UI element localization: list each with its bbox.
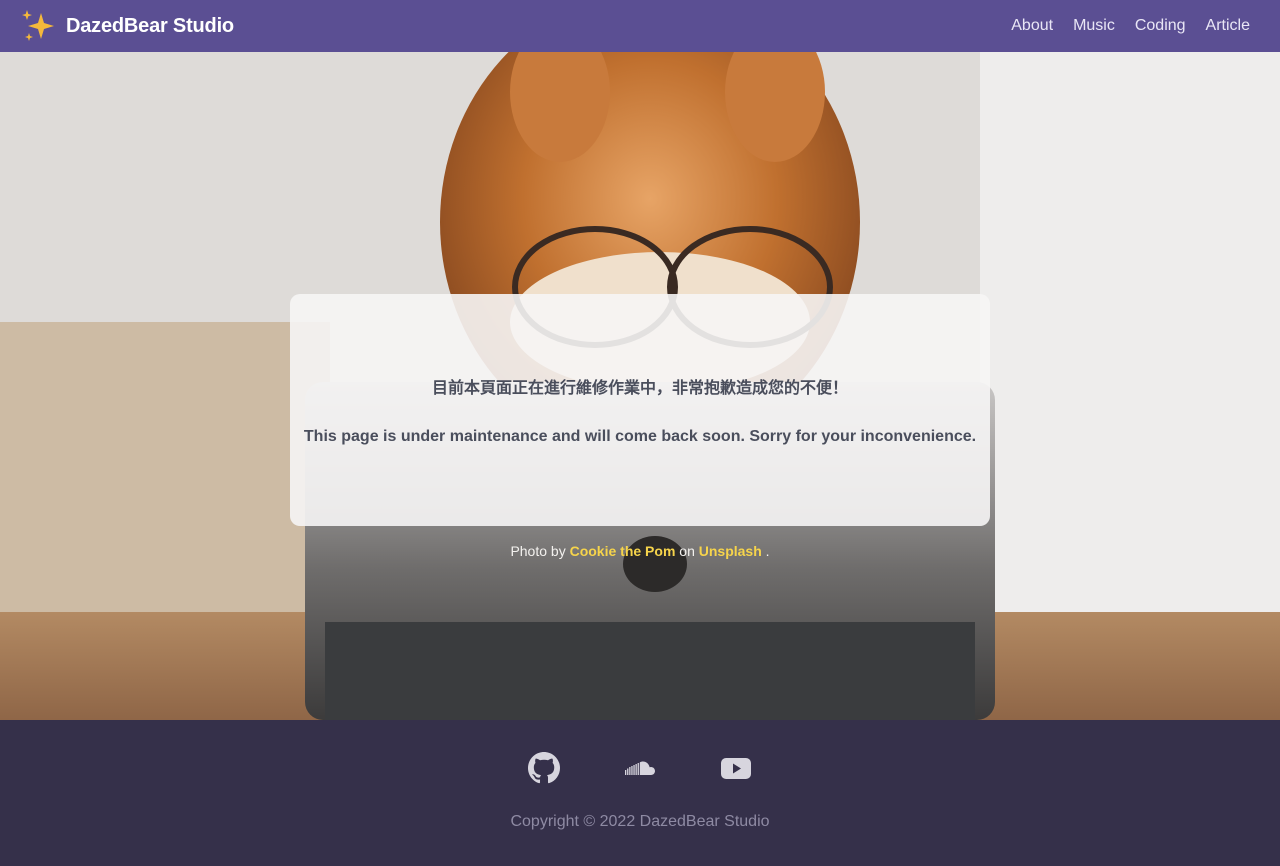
nav-item-about[interactable]: About (1011, 17, 1053, 35)
brand-name: DazedBear Studio (66, 14, 234, 37)
youtube-icon (721, 758, 751, 779)
credit-suffix: . (765, 543, 770, 559)
social-links (0, 752, 1280, 784)
nav-item-music[interactable]: Music (1073, 17, 1115, 35)
site-footer: Copyright © 2022 DazedBear Studio (0, 720, 1280, 866)
nav-item-coding[interactable]: Coding (1135, 17, 1186, 35)
main-nav: About Music Coding Article (1011, 17, 1250, 35)
brand-home-link[interactable]: DazedBear Studio (20, 8, 234, 44)
copyright-text: Copyright © 2022 DazedBear Studio (510, 813, 770, 830)
top-navbar: DazedBear Studio About Music Coding Arti… (0, 0, 1280, 52)
maintenance-message-zh: 目前本頁面正在進行維修作業中，非常抱歉造成您的不便！ (431, 378, 848, 397)
sparkles-icon (22, 10, 54, 41)
hero-section: 目前本頁面正在進行維修作業中，非常抱歉造成您的不便！ This page is … (0, 52, 1280, 720)
photo-author-link[interactable]: Cookie the Pom (570, 543, 676, 559)
unsplash-link[interactable]: Unsplash (699, 543, 762, 559)
credit-prefix: Photo by (510, 543, 566, 559)
github-link[interactable] (528, 752, 560, 784)
photo-credit: Photo by Cookie the Pom on Unsplash . (0, 543, 1280, 559)
soundcloud-link[interactable] (624, 752, 656, 784)
credit-middle: on (679, 543, 695, 559)
github-icon (528, 752, 560, 784)
maintenance-notice-card: 目前本頁面正在進行維修作業中，非常抱歉造成您的不便！ This page is … (290, 294, 990, 526)
soundcloud-icon (625, 761, 655, 775)
maintenance-message-en: This page is under maintenance and will … (303, 428, 977, 445)
youtube-link[interactable] (720, 752, 752, 784)
nav-item-article[interactable]: Article (1206, 17, 1250, 35)
